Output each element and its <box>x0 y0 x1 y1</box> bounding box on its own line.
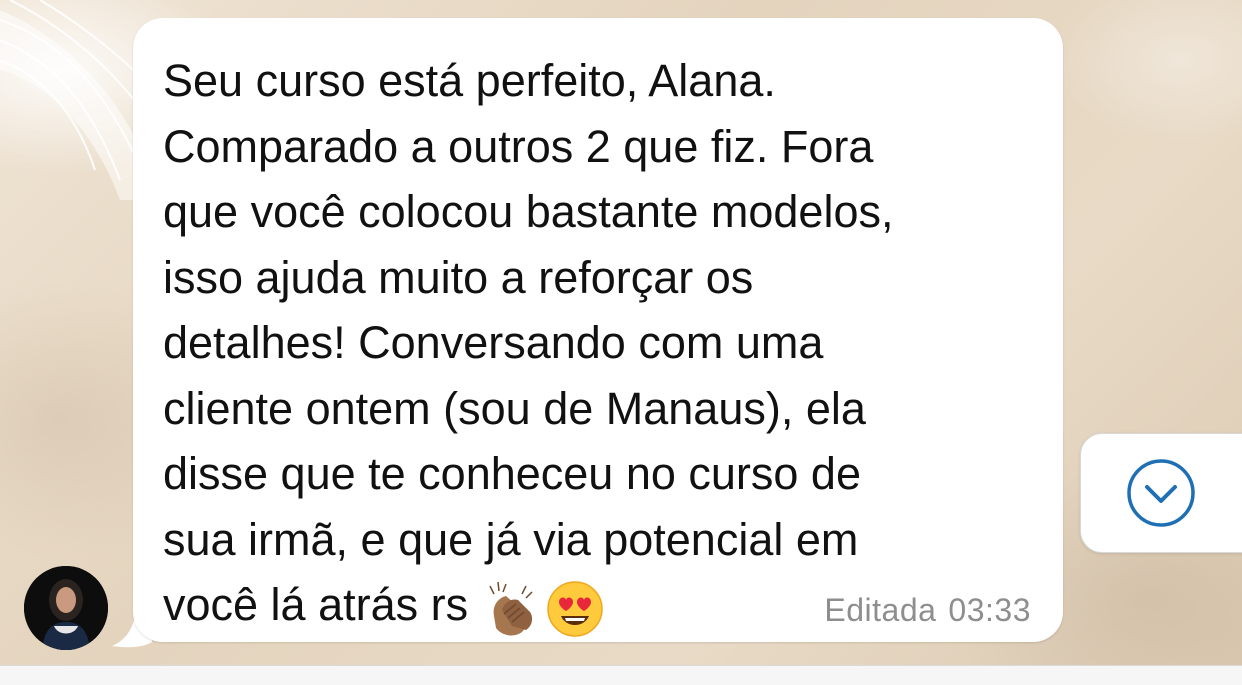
message-meta: Editada 03:33 <box>824 592 1031 629</box>
bottom-bar <box>0 665 1242 685</box>
sender-avatar[interactable] <box>24 566 108 650</box>
message-time: 03:33 <box>948 592 1031 628</box>
scroll-to-bottom-button[interactable] <box>1080 433 1242 553</box>
message-bubble[interactable]: Seu curso está perfeito, Alana. Comparad… <box>133 18 1063 642</box>
edited-label: Editada <box>824 592 937 628</box>
heart-eyes-icon <box>547 581 603 637</box>
emoji-group <box>482 580 610 646</box>
clapping-hands-icon <box>489 581 533 636</box>
message-text: Seu curso está perfeito, Alana. Comparad… <box>163 48 1043 646</box>
message-body: Seu curso está perfeito, Alana. Comparad… <box>163 55 894 630</box>
chevron-down-circle-icon <box>1127 459 1195 527</box>
avatar-image <box>24 566 108 650</box>
